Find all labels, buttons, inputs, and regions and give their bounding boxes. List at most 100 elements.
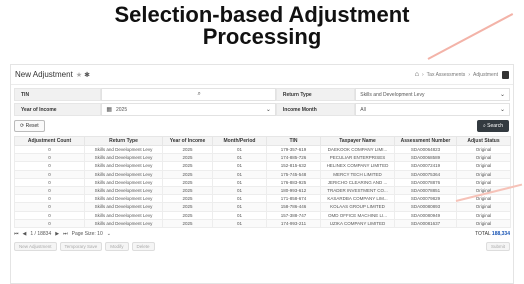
table-cell: Skills and Development Levy — [84, 218, 163, 228]
table-cell: Skills and Development Levy — [84, 144, 163, 155]
table-cell: SDA00078851 — [394, 185, 457, 196]
table-cell: 0 — [14, 177, 85, 187]
adjustment-table: Adjustment Count Return Type Year of Inc… — [14, 136, 511, 228]
column-header[interactable]: Return Type — [84, 136, 163, 146]
column-header[interactable]: TIN — [266, 136, 321, 146]
table-cell: JERICHO CLEARING AND ... — [320, 177, 395, 187]
table-cell: SDA00080949 — [394, 210, 457, 220]
column-header[interactable]: Adjustment Count — [14, 136, 85, 146]
table-cell: 01 — [212, 153, 267, 163]
income-month-value: All — [360, 106, 366, 113]
table-cell: 176-883-925 — [266, 177, 321, 187]
page-size-select[interactable]: Page Size: 10 — [72, 231, 103, 237]
return-type-value: Skills and Development Levy — [360, 91, 425, 98]
table-cell: Skills and Development Levy — [84, 185, 163, 196]
table-cell: Skills and Development Levy — [84, 202, 163, 212]
chevron-down-icon: ⌄ — [499, 92, 505, 98]
bookmark-icon[interactable] — [502, 70, 509, 79]
table-cell: 0 — [14, 153, 85, 163]
table-cell: UZIKA COMPANY LIMITED — [320, 218, 395, 228]
year-value: 2025 — [115, 106, 128, 113]
reset-button[interactable]: ⟳ Reset — [14, 120, 45, 132]
table-cell: Skills and Development Levy — [84, 169, 163, 179]
table-cell: SDA00064823 — [394, 144, 457, 155]
table-cell: Original — [456, 210, 511, 220]
table-cell: 2025 — [162, 177, 213, 187]
table-row[interactable]: 0 Skills and Development Levy 2025 01 157-38… — [14, 210, 511, 220]
table-cell: 0 — [14, 194, 85, 204]
table-cell: 0 — [14, 144, 85, 155]
table-cell: SDA00068589 — [394, 153, 457, 163]
chevron-down-icon: ⌄ — [265, 107, 271, 113]
table-row[interactable]: 0 Skills and Development Levy 2025 01 174-88… — [14, 153, 511, 163]
table-cell: MERCY TECH LIMITED — [320, 169, 395, 179]
table-row[interactable]: 0 Skills and Development Levy 2025 01 152-81… — [14, 161, 511, 171]
table-cell: 01 — [212, 185, 267, 196]
calendar-icon[interactable]: ▦ — [106, 106, 112, 113]
next-page-icon[interactable]: ▶ — [55, 231, 59, 237]
table-row[interactable]: 0 Skills and Development Levy 2025 01 174-99… — [14, 218, 511, 228]
table-row[interactable]: 0 Skills and Development Levy 2025 01 179-35… — [14, 144, 511, 155]
search-icon[interactable]: ⌕ — [198, 91, 201, 98]
new-adjustment-button[interactable]: New Adjustment — [14, 242, 57, 252]
table-cell: 152-815-632 — [266, 161, 321, 171]
pin-icon[interactable]: ✱ — [84, 71, 90, 79]
table-cell: 0 — [14, 210, 85, 220]
breadcrumb-item[interactable]: Adjustment — [473, 72, 498, 78]
adjustment-window: New Adjustment ★ ✱ ⌂ › Tax Assessments ›… — [10, 64, 514, 284]
table-cell: Original — [456, 153, 511, 163]
slide-banner: Selection-based Adjustment Processing — [0, 0, 524, 60]
table-cell: 0 — [14, 218, 85, 228]
table-row[interactable]: 0 Skills and Development Levy 2025 01 158-78… — [14, 202, 511, 212]
first-page-icon[interactable]: ⏮ — [14, 231, 19, 237]
table-row[interactable]: 0 Skills and Development Levy 2025 01 180-99… — [14, 185, 511, 196]
modify-button[interactable]: Modify — [105, 242, 129, 252]
table-cell: PECULIAR ENTERPRISES — [320, 153, 395, 163]
delete-button[interactable]: Delete — [131, 242, 155, 252]
table-row[interactable]: 0 Skills and Development Levy 2025 01 176-88… — [14, 177, 511, 187]
income-month-select[interactable]: All ⌄ — [355, 103, 510, 116]
table-row[interactable]: 0 Skills and Development Levy 2025 01 175-74… — [14, 169, 511, 179]
table-cell: Skills and Development Levy — [84, 153, 163, 163]
table-cell: Skills and Development Levy — [84, 210, 163, 220]
table-cell: Original — [456, 218, 511, 228]
search-button[interactable]: ⌕ Search — [476, 120, 509, 132]
last-page-icon[interactable]: ⏭ — [63, 231, 68, 237]
column-header[interactable]: Adjust Status — [456, 136, 511, 146]
home-icon[interactable]: ⌂ — [415, 71, 419, 78]
column-header[interactable]: Year of Income — [162, 136, 213, 146]
table-cell: 2025 — [162, 153, 213, 163]
table-cell: 01 — [212, 218, 267, 228]
window-title: New Adjustment — [15, 70, 73, 79]
table-cell: 01 — [212, 202, 267, 212]
table-cell: 174-885-726 — [266, 153, 321, 163]
table-cell: 0 — [14, 169, 85, 179]
table-cell: Original — [456, 202, 511, 212]
page-indicator: 1 / 18834 — [30, 231, 52, 238]
table-cell: Original — [456, 161, 511, 171]
column-header[interactable]: Assessment Number — [394, 136, 457, 146]
chevron-down-icon[interactable]: ⌄ — [107, 231, 111, 237]
table-cell: 158-786-446 — [266, 202, 321, 212]
submit-button[interactable]: Submit — [485, 242, 510, 252]
table-header-row: Adjustment Count Return Type Year of Inc… — [14, 136, 511, 146]
table-cell: 01 — [212, 177, 267, 187]
breadcrumb: ⌂ › Tax Assessments › Adjustment — [412, 70, 509, 79]
tin-input[interactable]: ⌕ — [101, 88, 276, 101]
year-input[interactable]: ▦ 2025 ⌄ — [101, 103, 276, 116]
table-row[interactable]: 0 Skills and Development Levy 2025 01 171-85… — [14, 194, 511, 204]
table-cell: 157-388-747 — [266, 210, 321, 220]
column-header[interactable]: Taxpayer Name — [320, 136, 395, 146]
column-header[interactable]: Month/Period — [212, 136, 267, 146]
table-cell: Original — [456, 144, 511, 155]
table-cell: KOLAAS GROUP LIMITED — [320, 202, 395, 212]
return-type-select[interactable]: Skills and Development Levy ⌄ — [355, 88, 510, 101]
table-cell: SDA00081637 — [394, 218, 457, 228]
temporary-save-button[interactable]: Temporary Save — [59, 242, 103, 252]
prev-page-icon[interactable]: ◀ — [23, 231, 27, 237]
star-icon[interactable]: ★ — [76, 71, 82, 79]
return-type-label: Return Type — [275, 88, 356, 101]
table-cell: 0 — [14, 161, 85, 171]
table-cell: Skills and Development Levy — [84, 161, 163, 171]
breadcrumb-item[interactable]: Tax Assessments — [427, 72, 466, 78]
